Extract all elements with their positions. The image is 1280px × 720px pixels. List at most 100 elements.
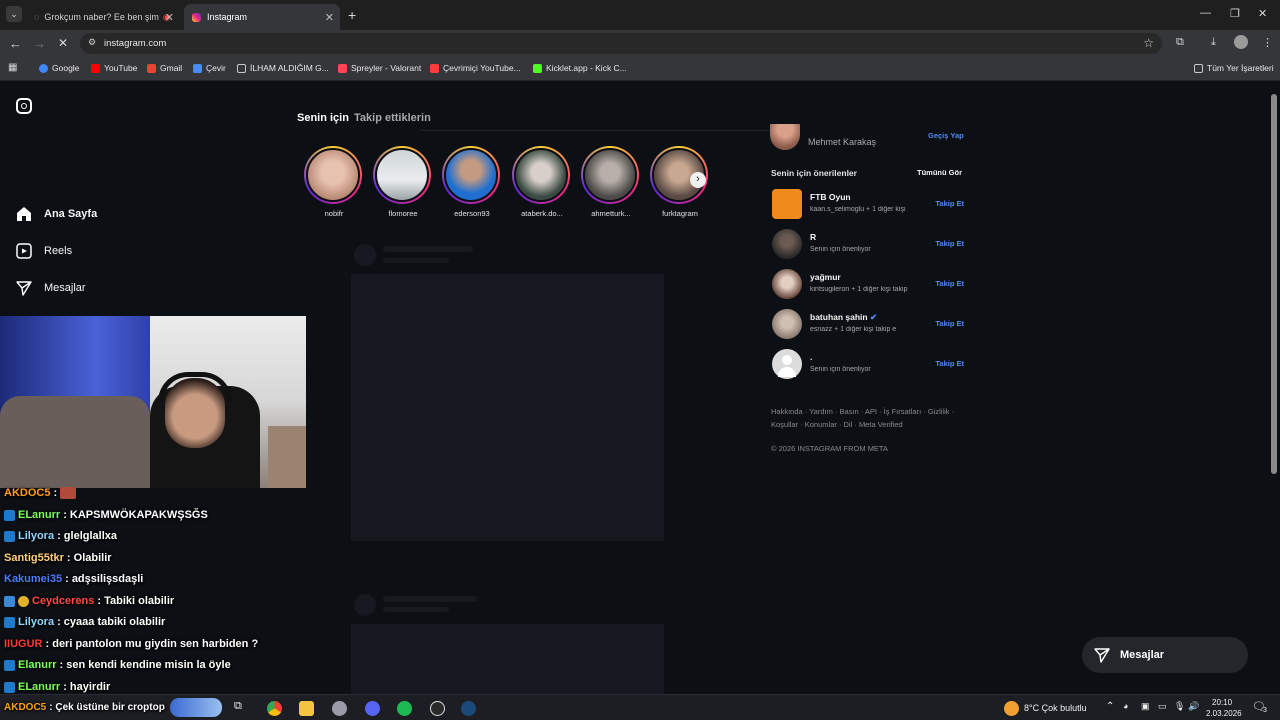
close-tab-icon[interactable]: ✕ (325, 11, 334, 24)
profile-icon[interactable] (1234, 35, 1248, 49)
story-item[interactable]: flomoree (373, 146, 433, 218)
obs-icon[interactable] (430, 701, 445, 716)
bookmark-ilham[interactable]: İLHAM ALDIĞIM G... (237, 63, 329, 73)
follow-button[interactable]: Takip Et (935, 239, 964, 248)
follow-button[interactable]: Takip Et (935, 279, 964, 288)
follow-button[interactable]: Takip Et (935, 199, 964, 208)
stop-loading-icon[interactable]: ✕ (58, 36, 68, 50)
tab-title: Instagram (207, 12, 248, 22)
folder-icon (1194, 63, 1203, 73)
steam-icon[interactable] (461, 701, 476, 716)
post-skeleton-line (383, 258, 449, 263)
follow-button[interactable]: Takip Et (935, 319, 964, 328)
story-item[interactable]: ataberk.do... (512, 146, 572, 218)
story-next-icon[interactable]: › (690, 172, 706, 188)
speaker-icon[interactable]: 🔊 (1188, 701, 1199, 712)
bookmark-youtube[interactable]: YouTube (91, 63, 137, 73)
windows-taskbar: AKDOC5: Çek üstüne bir croptop ⧉ 8°C Çok… (0, 694, 1280, 720)
reels-icon (16, 243, 32, 259)
suggestion-avatar[interactable] (772, 269, 802, 299)
translate-icon (193, 63, 202, 73)
app-icon[interactable] (332, 701, 347, 716)
close-tab-icon[interactable]: ✕ (165, 11, 174, 24)
nav-messages[interactable]: Mesajlar (16, 280, 86, 296)
notification-count: 3 (1263, 707, 1267, 714)
chat-message: Elanurr: sen kendi kendine misin la öyle (4, 659, 231, 671)
suggestion-avatar[interactable] (772, 309, 802, 339)
weather-text[interactable]: 8°C Çok bulutlu (1024, 703, 1087, 713)
subscriber-badge-icon (4, 509, 15, 521)
clock-date[interactable]: 2.03.2026 (1206, 709, 1242, 718)
all-bookmarks[interactable]: Tüm Yer İşaretleri (1194, 63, 1274, 73)
discord-icon[interactable] (365, 701, 380, 716)
back-icon[interactable]: ← (9, 36, 22, 51)
see-all-link[interactable]: Tümünü Gör (917, 168, 962, 177)
nav-home[interactable]: Ana Sayfa (16, 206, 97, 222)
tray-icon[interactable]: ◕ (1123, 701, 1128, 711)
clock-time[interactable]: 20:10 (1212, 698, 1232, 707)
tab-instagram[interactable]: Instagram ✕ (184, 4, 340, 30)
follow-button[interactable]: Takip Et (935, 359, 964, 368)
chat-message: Santig55tkr: Olabilir (4, 552, 112, 564)
chat-message: ELanurr: KAPSMWÖKAPAKWŞSĞS (4, 509, 208, 521)
bookmark-spreyler[interactable]: Spreyler - Valorant (338, 63, 421, 73)
bookmark-gmail[interactable]: Gmail (147, 63, 182, 73)
tray-icon[interactable]: ▭ (1158, 701, 1167, 712)
microphone-icon[interactable]: 🎙 (1174, 701, 1185, 712)
tray-icon[interactable]: ▣ (1141, 701, 1150, 712)
switch-account-link[interactable]: Geçiş Yap (928, 131, 964, 140)
search-widget[interactable] (170, 698, 222, 717)
bookmark-cevir[interactable]: Çevir (193, 63, 226, 73)
story-item[interactable]: nobifr (304, 146, 364, 218)
page-scrollbar[interactable] (1271, 94, 1277, 474)
sofa (0, 396, 150, 488)
file-explorer-icon[interactable] (299, 701, 314, 716)
tray-chevron-icon[interactable]: ⌃ (1106, 701, 1114, 712)
bookmark-star-icon[interactable]: ☆ (1143, 36, 1154, 50)
bookmark-google[interactable]: Google (39, 63, 79, 73)
footer-links[interactable]: Hakkında · Yardım · Basın · API · İş Fır… (771, 407, 954, 416)
omnibox[interactable]: ⚙ instagram.com ☆ (80, 33, 1162, 54)
suggestion-avatar[interactable] (772, 229, 802, 259)
apps-grid-icon[interactable]: ▦ (8, 62, 17, 73)
tab-following[interactable]: Takip ettiklerin (354, 112, 431, 124)
new-tab-icon[interactable]: + (348, 7, 356, 23)
browser-tab-bar: ⌄ ◌ Grokçum naber? Ee ben şim ◉ ✕ Instag… (0, 0, 1280, 30)
story-avatar (514, 148, 568, 202)
close-window-icon[interactable]: ✕ (1258, 7, 1267, 20)
site-info-icon[interactable]: ⚙ (88, 37, 96, 48)
story-avatar (375, 148, 429, 202)
tab-grok[interactable]: ◌ Grokçum naber? Ee ben şim ◉ ✕ (26, 4, 180, 30)
minimize-icon[interactable]: — (1200, 7, 1211, 19)
suggestion-avatar[interactable] (772, 189, 802, 219)
spotify-icon[interactable] (397, 701, 412, 716)
tab-for-you[interactable]: Senin için (297, 112, 349, 124)
footer-links[interactable]: Koşullar · Konumlar · Dil · Meta Verifie… (771, 420, 903, 429)
subscriber-badge-icon (4, 595, 15, 607)
chat-message: AKDOC5: (4, 487, 77, 499)
copyright: © 2026 INSTAGRAM FROM META (771, 444, 888, 453)
menu-icon[interactable]: ⋮ (1262, 36, 1273, 49)
chat-message: Lilyora: cyaaa tabiki olabilir (4, 616, 165, 628)
default-avatar-icon[interactable] (772, 349, 802, 379)
restore-icon[interactable]: ❐ (1230, 7, 1240, 20)
suggestion-item: batuhan şahin ✔ esnazz + 1 diğer kişi ta… (772, 309, 964, 341)
verified-badge-icon: ✔ (870, 312, 878, 322)
suggestions-title: Senin için önerilenler (771, 168, 857, 178)
bookmark-cevrimici[interactable]: Çevrimiçi YouTube... (430, 63, 521, 73)
messages-floating-button[interactable]: Mesajlar (1082, 637, 1248, 673)
instagram-logo-icon[interactable] (16, 98, 32, 114)
chrome-icon[interactable] (267, 701, 282, 716)
url-text: instagram.com (104, 38, 167, 49)
extensions-icon[interactable]: ⧉ (1176, 36, 1184, 49)
bookmark-kicklet[interactable]: Kicklet.app - Kick C... (533, 63, 627, 73)
story-item[interactable]: ederson93 (442, 146, 502, 218)
nav-reels[interactable]: Reels (16, 243, 72, 259)
account-avatar[interactable] (770, 124, 800, 150)
download-icon[interactable]: ⤓ (1211, 36, 1216, 49)
task-view-icon[interactable]: ⧉ (234, 700, 242, 713)
forward-icon[interactable]: → (33, 36, 46, 51)
story-item[interactable]: ahmetturk... (581, 146, 641, 218)
youtube-tool-icon (430, 63, 439, 73)
tab-search-icon[interactable]: ⌄ (6, 6, 22, 22)
